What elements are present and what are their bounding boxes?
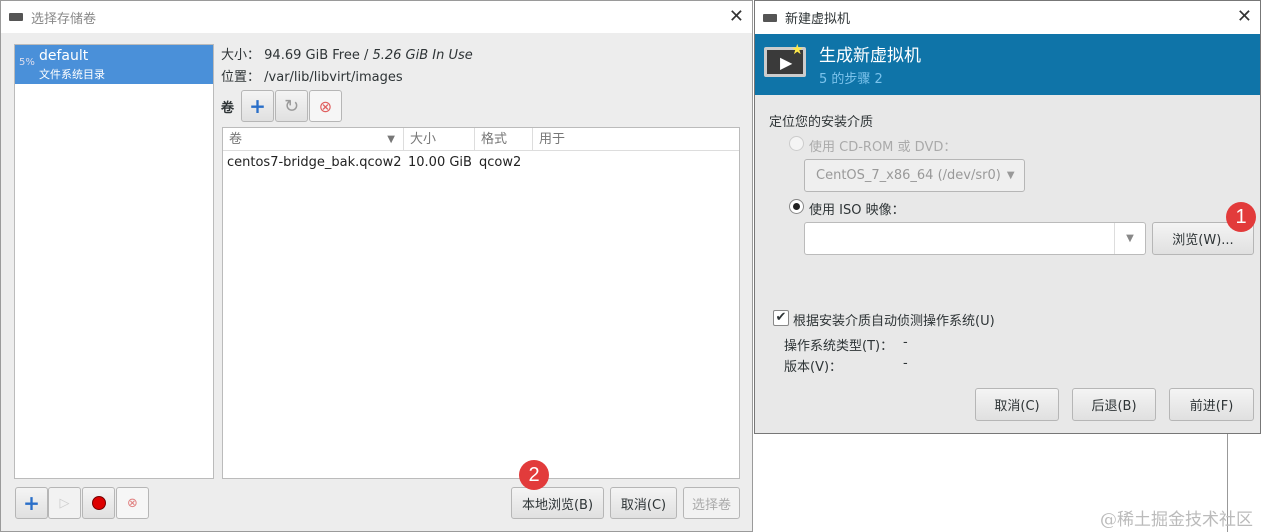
version-value: - (903, 356, 908, 371)
chevron-down-icon: ▼ (1006, 170, 1015, 181)
app-logo-icon (9, 13, 23, 21)
volume-name: centos7-bridge_bak.qcow2 (227, 155, 402, 170)
iso-path-combo[interactable]: ▼ (804, 222, 1146, 255)
pool-name: default (39, 48, 89, 64)
column-header-used-by[interactable]: 用于 (533, 128, 739, 151)
location-info: 位置： /var/lib/libvirt/images (221, 70, 403, 85)
refresh-button[interactable]: ↻ (275, 90, 308, 122)
step-indicator: 5 的步骤 2 (819, 72, 883, 87)
section-title: 定位您的安装介质 (769, 115, 874, 130)
volume-size: 10.00 GiB (408, 155, 472, 170)
column-header-volume[interactable]: 卷 ▼ (223, 128, 404, 151)
forward-button[interactable]: 前进(F) (1169, 388, 1254, 421)
volume-table: 卷 ▼ 大小 格式 用于 centos7-bridge_bak.qcow2 10.… (222, 127, 740, 479)
cdrom-label: 使用 CD-ROM 或 DVD： (809, 140, 957, 155)
browse-local-button[interactable]: 本地浏览(B) (511, 487, 604, 519)
size-info: 大小： 94.69 GiB Free / 5.26 GiB In Use (221, 48, 473, 63)
iso-label: 使用 ISO 映像： (809, 203, 905, 218)
close-icon[interactable]: ✕ (1237, 6, 1252, 27)
sort-down-icon: ▼ (387, 134, 395, 145)
cancel-button[interactable]: 取消(C) (975, 388, 1059, 421)
column-header-size[interactable]: 大小 (404, 128, 475, 151)
cancel-button[interactable]: 取消(C) (610, 487, 677, 519)
volume-format: qcow2 (479, 155, 522, 170)
delete-pool-button[interactable]: ⊗ (116, 487, 149, 519)
new-vm-dialog: 新建虚拟机 ✕ ▶ ★ 生成新虚拟机 5 的步骤 2 定位您的安装介质 使用 CD… (754, 0, 1261, 434)
title-bar: 选择存储卷 ✕ (1, 1, 752, 33)
watermark: @稀土掘金技术社区 (1100, 510, 1253, 530)
delete-volume-button[interactable]: ⊗ (309, 90, 342, 122)
volumes-label: 卷 (221, 101, 235, 116)
stop-pool-button[interactable] (82, 487, 115, 519)
star-icon: ★ (791, 42, 804, 58)
os-type-value: - (903, 335, 908, 350)
back-button[interactable]: 后退(B) (1072, 388, 1156, 421)
autodetect-label: 根据安装介质自动侦测操作系统(U) (793, 314, 995, 329)
close-icon[interactable]: ✕ (729, 6, 744, 27)
stop-icon (91, 496, 106, 510)
os-type-label: 操作系统类型(T)： (784, 339, 894, 354)
version-label: 版本(V)： (784, 360, 843, 375)
choose-volume-button[interactable]: 选择卷 (683, 487, 740, 519)
cdrom-select[interactable]: CentOS_7_x86_64 (/dev/sr0) ▼ (804, 159, 1025, 192)
iso-radio[interactable] (789, 199, 804, 214)
iso-path-input[interactable] (805, 223, 1115, 254)
annotation-badge-2: 2 (519, 460, 549, 490)
annotation-badge-1: 1 (1226, 202, 1256, 232)
cdrom-radio[interactable] (789, 136, 804, 151)
dialog-title: 选择存储卷 (31, 11, 97, 27)
add-volume-button[interactable]: + (241, 90, 274, 122)
pool-list[interactable]: 5% default 文件系统目录 (14, 44, 214, 479)
table-row[interactable]: centos7-bridge_bak.qcow2 10.00 GiB qcow2 (223, 151, 739, 175)
table-header: 卷 ▼ 大小 格式 用于 (223, 128, 739, 151)
pool-type: 文件系统目录 (39, 68, 105, 81)
pool-usage: 5% (19, 57, 35, 68)
header-title: 生成新虚拟机 (819, 46, 921, 66)
dialog-title: 新建虚拟机 (785, 12, 851, 27)
start-pool-button[interactable]: ▷ (48, 487, 81, 519)
column-header-format[interactable]: 格式 (475, 128, 533, 151)
title-bar: 新建虚拟机 ✕ (755, 1, 1260, 34)
add-pool-button[interactable]: + (15, 487, 48, 519)
app-logo-icon (763, 13, 777, 22)
autodetect-checkbox[interactable]: ✔ (773, 310, 789, 326)
header-banner: ▶ ★ 生成新虚拟机 5 的步骤 2 (755, 34, 1260, 95)
storage-volume-dialog: 选择存储卷 ✕ 5% default 文件系统目录 大小： 94.69 GiB F… (0, 0, 753, 532)
chevron-down-icon[interactable]: ▼ (1114, 223, 1145, 254)
pool-item-default[interactable]: 5% default 文件系统目录 (15, 45, 213, 84)
